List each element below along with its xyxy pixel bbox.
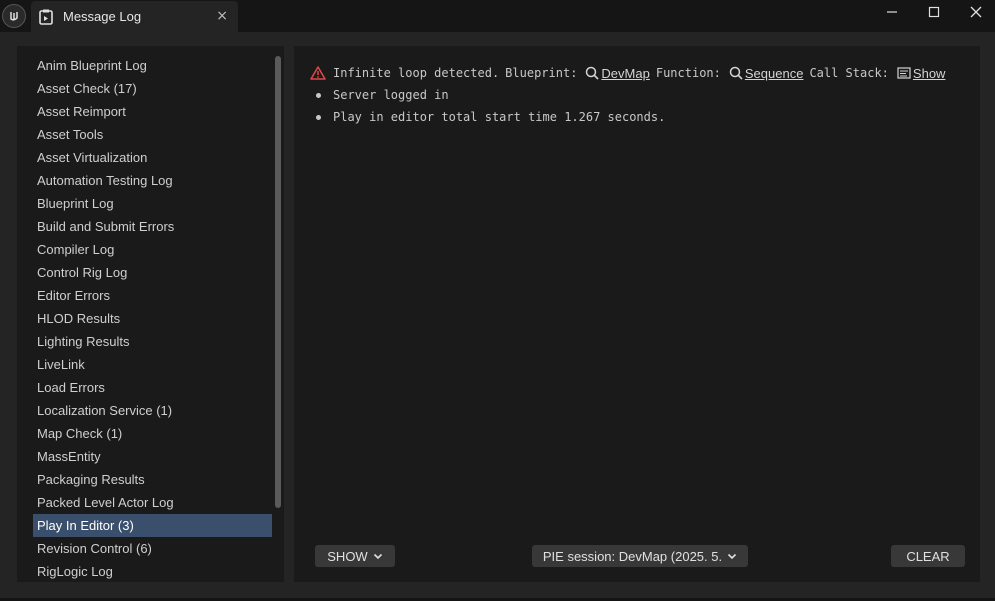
category-scrollbar[interactable] xyxy=(275,56,281,508)
blueprint-link[interactable]: DevMap xyxy=(601,66,649,81)
bullet-icon xyxy=(316,114,321,120)
log-text: Play in editor total start time 1.267 se… xyxy=(333,110,666,124)
category-item[interactable]: Editor Errors xyxy=(33,284,272,307)
category-panel: Anim Blueprint Log Asset Check (17) Asset … xyxy=(17,46,284,582)
function-label: Function: xyxy=(655,66,721,80)
close-icon xyxy=(970,6,982,18)
error-message: Infinite loop detected. xyxy=(333,66,500,80)
callstack-label: Call Stack: xyxy=(809,66,889,80)
log-line-error: Infinite loop detected. Blueprint: DevMa… xyxy=(310,62,970,84)
clear-button[interactable]: CLEAR xyxy=(891,545,965,567)
category-item[interactable]: Load Errors xyxy=(33,376,272,399)
category-item[interactable]: LiveLink xyxy=(33,353,272,376)
clear-button-label: CLEAR xyxy=(906,548,950,564)
tab-close-icon[interactable]: × xyxy=(216,8,228,24)
category-item[interactable]: Asset Tools xyxy=(33,123,272,146)
bullet-icon xyxy=(316,92,321,98)
log-line: Server logged in xyxy=(310,84,970,106)
show-filter-button[interactable]: SHOW xyxy=(315,545,395,567)
category-item[interactable]: Compiler Log xyxy=(33,238,272,261)
category-item[interactable]: Asset Reimport xyxy=(33,100,272,123)
category-item[interactable]: Packed Level Actor Log xyxy=(33,491,272,514)
session-label: PIE session: DevMap (2025. 5. xyxy=(542,548,723,564)
category-item[interactable]: RigLogic Log xyxy=(33,560,272,583)
callstack-link[interactable]: Show xyxy=(913,66,946,81)
log-lines: Infinite loop detected. Blueprint: DevMa… xyxy=(310,62,970,128)
tab-title: Message Log xyxy=(63,9,142,24)
category-item[interactable]: Build and Submit Errors xyxy=(33,215,272,238)
unreal-logo-icon[interactable] xyxy=(2,4,26,28)
tab-message-log[interactable]: Message Log × xyxy=(31,1,238,32)
category-item[interactable]: HLOD Results xyxy=(33,307,272,330)
show-button-label: SHOW xyxy=(327,548,368,564)
minimize-icon xyxy=(887,11,897,13)
category-item[interactable]: Map Check (1) xyxy=(33,422,272,445)
message-log-icon xyxy=(39,9,53,25)
title-bar: Message Log × xyxy=(0,0,995,32)
category-item[interactable]: Asset Check (17) xyxy=(33,77,272,100)
function-link[interactable]: Sequence xyxy=(745,66,804,81)
log-panel: Infinite loop detected. Blueprint: DevMa… xyxy=(294,46,980,582)
search-icon xyxy=(729,66,743,80)
category-item[interactable]: Packaging Results xyxy=(33,468,272,491)
category-item[interactable]: Control Rig Log xyxy=(33,261,272,284)
session-dropdown[interactable]: PIE session: DevMap (2025. 5. xyxy=(532,545,748,567)
category-item[interactable]: Revision Control (6) xyxy=(33,537,272,560)
search-icon xyxy=(586,66,599,80)
category-item[interactable]: Play In Editor (3) xyxy=(33,514,272,537)
callstack-icon xyxy=(897,67,911,79)
minimize-button[interactable] xyxy=(877,2,907,22)
category-item[interactable]: Localization Service (1) xyxy=(33,399,272,422)
maximize-button[interactable] xyxy=(919,2,949,22)
category-item[interactable]: Lighting Results xyxy=(33,330,272,353)
category-item[interactable]: Automation Testing Log xyxy=(33,169,272,192)
category-item[interactable]: Anim Blueprint Log xyxy=(33,54,272,77)
warning-icon xyxy=(310,66,326,80)
scrollbar-thumb[interactable] xyxy=(275,56,281,508)
log-line: Play in editor total start time 1.267 se… xyxy=(310,106,970,128)
chevron-down-icon xyxy=(728,553,737,560)
close-window-button[interactable] xyxy=(961,2,991,22)
chevron-down-icon xyxy=(373,553,382,560)
category-item[interactable]: Blueprint Log xyxy=(33,192,272,215)
category-list: Anim Blueprint Log Asset Check (17) Asset … xyxy=(33,54,272,583)
maximize-icon xyxy=(928,6,940,18)
blueprint-label: Blueprint: xyxy=(505,66,578,80)
category-item[interactable]: Asset Virtualization xyxy=(33,146,272,169)
category-item[interactable]: MassEntity xyxy=(33,445,272,468)
log-text: Server logged in xyxy=(333,88,449,102)
